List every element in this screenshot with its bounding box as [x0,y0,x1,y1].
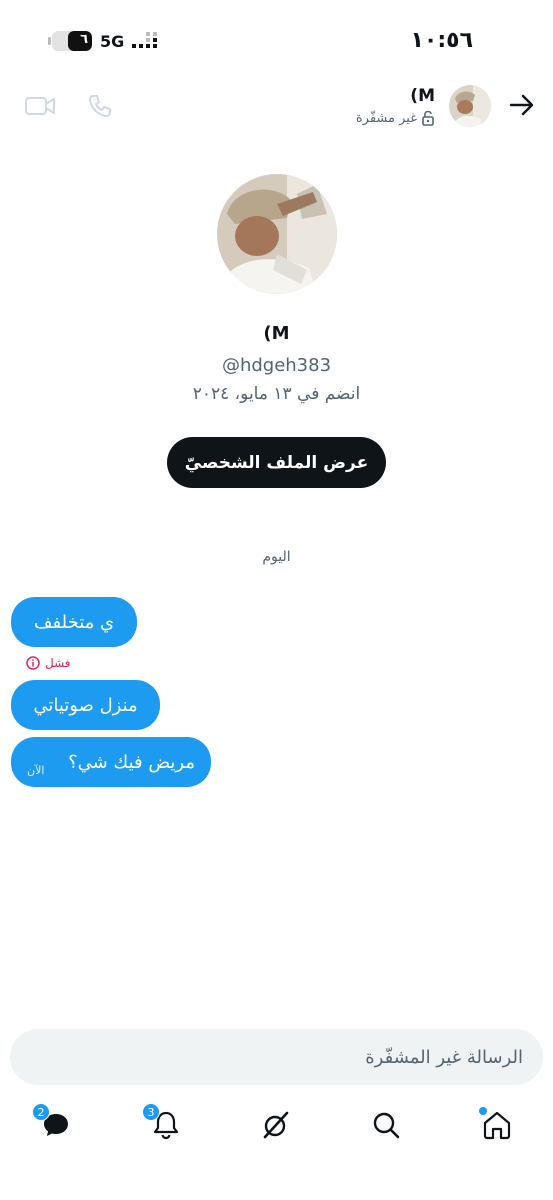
message-composer[interactable] [10,1029,543,1085]
encryption-status: غير مشفّرة [356,110,435,126]
message-bubble[interactable]: ي متخلفف [11,597,137,647]
nav-messages[interactable]: 2 [32,1103,72,1141]
battery-icon: ٦ [52,31,92,51]
nav-grok[interactable] [260,1109,292,1141]
nav-home[interactable] [479,1107,513,1141]
send-failed-text: فشل [45,656,71,670]
view-profile-button[interactable]: عرض الملف الشخصيّ [167,437,386,488]
profile-avatar[interactable] [217,174,337,294]
phone-call-icon[interactable] [86,92,114,120]
notifications-badge: 3 [142,1103,160,1121]
profile-handle: @hdgeh383 [221,355,332,376]
status-bar: ٦ 5G ١٠:٥٦ [0,0,553,80]
message-bubble[interactable]: منزل صوتياتي [11,680,160,730]
video-call-icon[interactable] [24,92,56,120]
message-timestamp: الآن [27,764,45,777]
message-text: منزل صوتياتي [33,694,138,716]
header-avatar[interactable] [449,85,491,127]
home-unread-dot [479,1107,487,1115]
message-bubble[interactable]: مريض فيك شي؟ الآن [11,737,211,787]
profile-name: M) [263,323,290,344]
encryption-status-text: غير مشفّرة [355,110,417,126]
message-text: ي متخلفف [33,611,115,633]
network-type: 5G [100,32,125,51]
day-separator: اليوم [262,549,291,565]
grok-icon [263,1111,289,1139]
back-button[interactable] [507,90,537,120]
message-input[interactable] [43,1046,523,1068]
clock: ١٠:٥٦ [410,28,473,53]
unlock-icon [422,110,434,126]
nav-search[interactable] [370,1109,402,1141]
battery-tip [48,37,51,45]
battery-level-text: ٦ [80,32,88,47]
error-info-icon [26,656,40,670]
signal-icon [132,32,157,48]
conversation-header: M) غير مشفّرة [0,80,553,140]
messages-badge: 2 [32,1103,50,1121]
nav-notifications[interactable]: 3 [142,1103,182,1141]
search-icon [373,1112,400,1139]
bottom-navigation: 2 3 [0,1095,553,1165]
send-failed-indicator[interactable]: فشل [26,656,71,670]
header-user-name[interactable]: M) [410,86,435,106]
arrow-right-icon [509,94,534,116]
message-text: مريض فيك شي؟ [68,751,195,773]
profile-join-date: انضم في ١٣ مايو، ٢٠٢٤ [192,384,361,404]
